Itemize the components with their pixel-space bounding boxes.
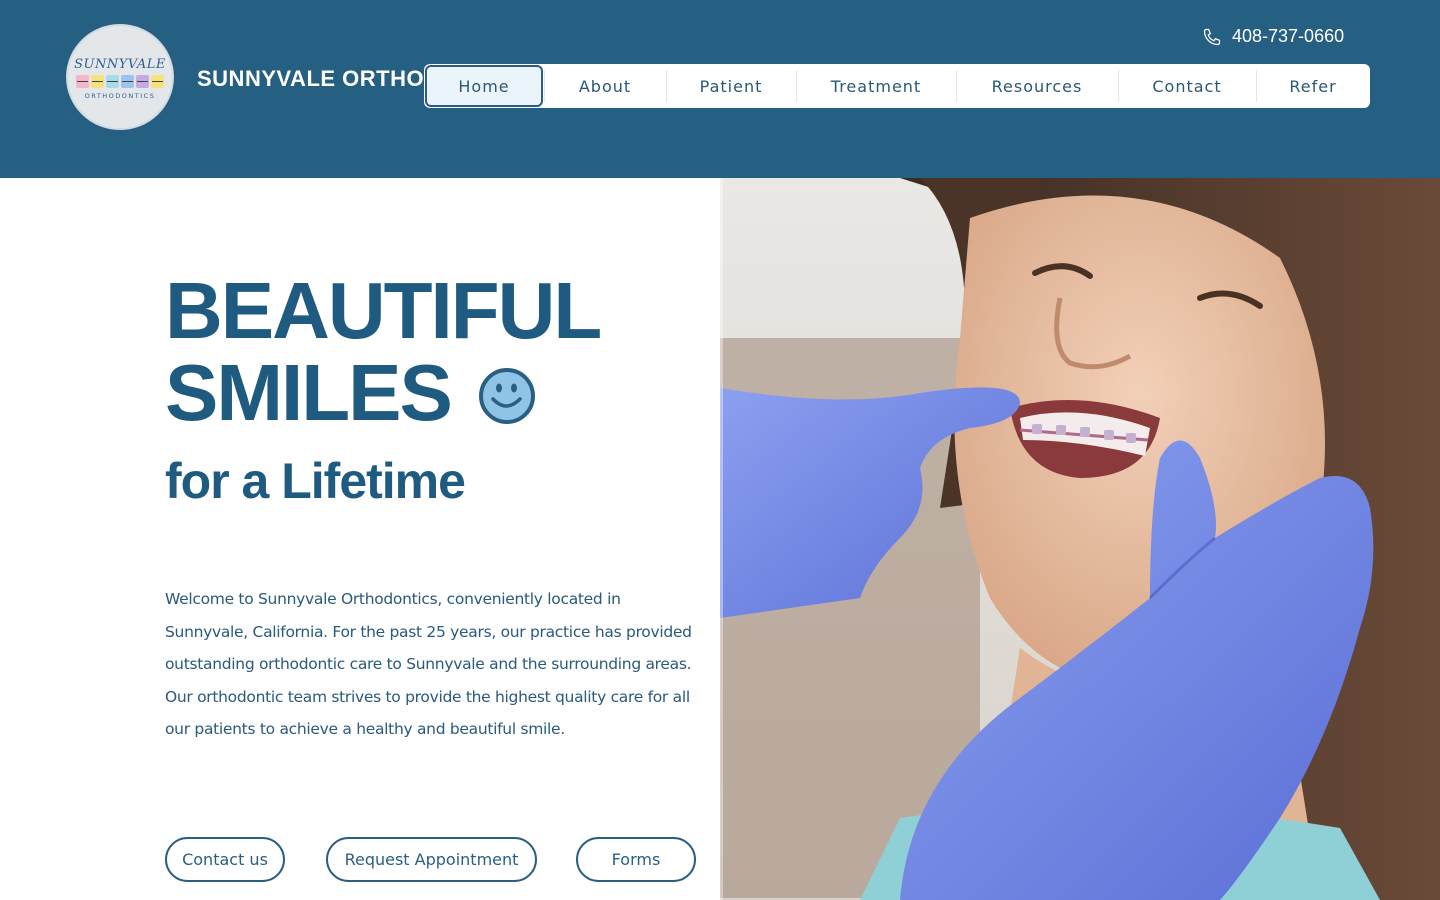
logo-script-text: SUNNYVALE bbox=[74, 56, 166, 72]
site-header: SUNNYVALE ORTHODONTICS SUNNYVALE ORTHO 4… bbox=[0, 0, 1440, 178]
phone-number: 408-737-0660 bbox=[1232, 26, 1345, 46]
hero-intro-text: Welcome to Sunnyvale Orthodontics, conve… bbox=[165, 590, 692, 738]
phone-link[interactable]: 408-737-0660 bbox=[1202, 26, 1344, 47]
nav-refer[interactable]: Refer bbox=[1256, 64, 1370, 108]
nav-home[interactable]: Home bbox=[425, 65, 543, 107]
nav-resources[interactable]: Resources bbox=[956, 64, 1118, 108]
contact-us-button[interactable]: Contact us bbox=[165, 837, 285, 882]
hero-title-line1: BEAUTIFUL bbox=[165, 266, 602, 355]
nav-contact[interactable]: Contact bbox=[1118, 64, 1256, 108]
phone-icon bbox=[1203, 28, 1221, 45]
site-logo[interactable]: SUNNYVALE ORTHODONTICS bbox=[66, 24, 174, 130]
nav-treatment[interactable]: Treatment bbox=[796, 64, 956, 108]
hero-photo-illustration bbox=[720, 178, 1440, 900]
hero-photo bbox=[720, 178, 1440, 900]
forms-button[interactable]: Forms bbox=[576, 837, 696, 882]
logo-braces-graphic bbox=[76, 74, 164, 88]
smiley-icon bbox=[479, 368, 535, 424]
hero-subtitle: for a Lifetime bbox=[165, 453, 466, 509]
hero-title-line2: SMILES bbox=[165, 348, 453, 437]
request-appointment-button[interactable]: Request Appointment bbox=[326, 837, 537, 882]
brand-name[interactable]: SUNNYVALE ORTHO bbox=[197, 66, 427, 92]
main-nav: Home About Patient Treatment Resources C… bbox=[424, 64, 1370, 108]
nav-about[interactable]: About bbox=[544, 64, 666, 108]
nav-patient[interactable]: Patient bbox=[666, 64, 796, 108]
logo-sub-text: ORTHODONTICS bbox=[84, 91, 156, 100]
